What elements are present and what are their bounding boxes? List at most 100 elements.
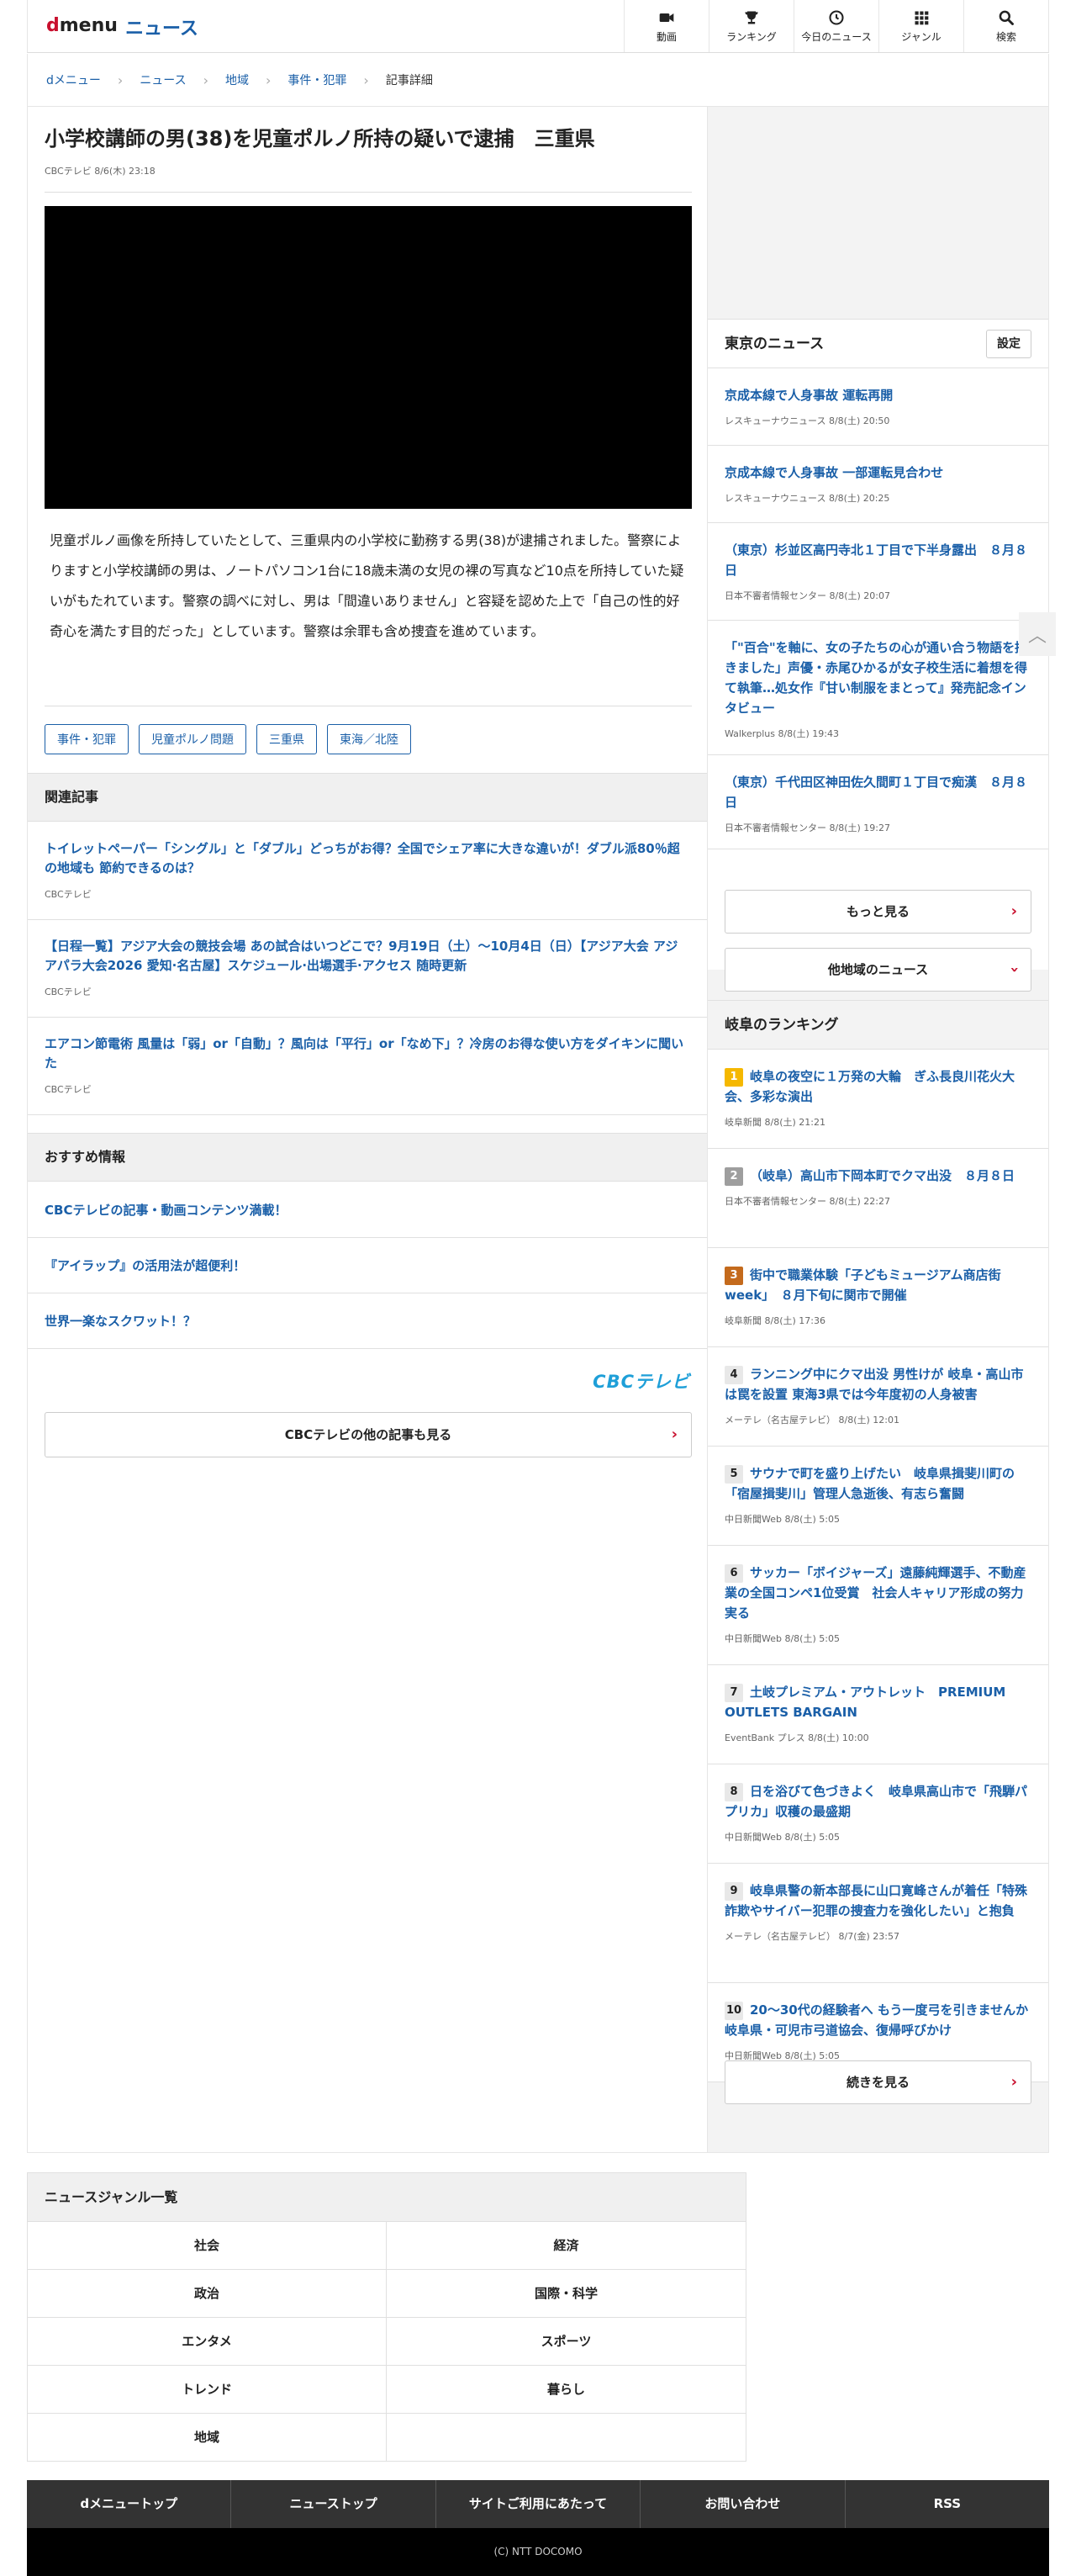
- other-regions-button[interactable]: 他地域のニュース ›: [725, 948, 1031, 992]
- ranking-item-title[interactable]: 10 20〜30代の経験者へ もう一度弓を引きませんか 岐阜県・可児市弓道協会、復…: [725, 2000, 1041, 2040]
- ranking-item-title[interactable]: 2 （岐阜）高山市下岡本町でクマ出没 ８月８日: [725, 1166, 1031, 1186]
- news-item-title[interactable]: 京成本線で人身事故 一部運転見合わせ: [725, 463, 1031, 483]
- article-title: 小学校講師の男(38)を児童ポルノ所持の疑いで逮捕 三重県: [45, 127, 595, 151]
- footer-dmenu-top[interactable]: dメニュートップ: [27, 2480, 232, 2528]
- ranking-item-title[interactable]: 7 土岐プレミアム・アウトレット PREMIUM OUTLETS BARGAIN: [725, 1682, 1031, 1722]
- news-item[interactable]: 京成本線で人身事故 運転再開 レスキューナウニュース 8/8(土) 20:50: [708, 368, 1048, 446]
- related-item-title[interactable]: 【日程一覧】アジア大会の競技会場 あの試合はいつどこで？9月19日（土）〜10月…: [45, 937, 690, 976]
- chevron-right-icon: ›: [203, 71, 209, 88]
- news-item-title[interactable]: （東京）杉並区高円寺北１丁目で下半身露出 ８月８日: [725, 540, 1031, 580]
- ranking-item[interactable]: 4 ランニング中にクマ出没 男性けが 岐阜・高山市は罠を設置 東海3県では今年度初…: [708, 1347, 1048, 1447]
- more-provider-articles-button[interactable]: CBCテレビの他の記事も見る ›: [45, 1412, 692, 1457]
- news-item[interactable]: （東京）千代田区神田佐久間町１丁目で痴漢 ８月８日 日本不審者情報センター 8/…: [708, 755, 1048, 849]
- ranking-title-text: 街中で職業体験「子どもミュージアム商店街week」 ８月下旬に関市で開催: [725, 1267, 1001, 1303]
- ranking-item-source: 中日新聞Web 8/8(土) 5:05: [725, 1832, 840, 1843]
- ranking-item-title[interactable]: 3 街中で職業体験「子どもミュージアム商店街week」 ８月下旬に関市で開催: [725, 1265, 1031, 1305]
- footer-contact[interactable]: お問い合わせ: [641, 2480, 846, 2528]
- genre-trend[interactable]: トレンド: [28, 2366, 387, 2414]
- nav-genre[interactable]: ジャンル: [878, 0, 963, 52]
- ranking-title-text: 土岐プレミアム・アウトレット PREMIUM OUTLETS BARGAIN: [725, 1685, 1006, 1720]
- cbc-logo[interactable]: CBCテレビ: [593, 1368, 690, 1394]
- news-item-title[interactable]: 京成本線で人身事故 運転再開: [725, 385, 1031, 405]
- tag-child-porn[interactable]: 児童ポルノ問題: [139, 724, 246, 754]
- genre-sports[interactable]: スポーツ: [387, 2318, 746, 2366]
- nav-today[interactable]: 今日のニュース: [794, 0, 878, 52]
- ranking-item-title[interactable]: 9 岐阜県警の新本部長に山口寛峰さんが着任「特殊詐欺やサイバー犯罪の捜査力を強化し…: [725, 1880, 1031, 1921]
- genre-politics[interactable]: 政治: [28, 2270, 387, 2318]
- video-player[interactable]: [45, 206, 692, 509]
- nav-ranking[interactable]: ランキング: [709, 0, 794, 52]
- related-item-source: CBCテレビ: [45, 1083, 92, 1095]
- dmenu-logo[interactable]: dmenu: [46, 15, 118, 36]
- recommend-item[interactable]: CBCテレビの記事・動画コンテンツ満載！: [28, 1182, 707, 1238]
- news-item[interactable]: 京成本線で人身事故 一部運転見合わせ レスキューナウニュース 8/8(土) 20…: [708, 446, 1048, 523]
- rank-badge: 3: [725, 1266, 743, 1285]
- nav-video[interactable]: 動画: [624, 0, 709, 52]
- breadcrumb-crime[interactable]: 事件・犯罪: [287, 71, 346, 88]
- breadcrumb-current: 記事詳細: [385, 74, 433, 87]
- news-item-title[interactable]: （東京）千代田区神田佐久間町１丁目で痴漢 ８月８日: [725, 772, 1031, 812]
- ranking-item[interactable]: 3 街中で職業体験「子どもミュージアム商店街week」 ８月下旬に関市で開催 岐阜…: [708, 1248, 1048, 1347]
- news-item-source: レスキューナウニュース 8/8(土) 20:25: [725, 493, 890, 504]
- breadcrumb-news[interactable]: ニュース: [140, 71, 186, 88]
- scroll-top-button[interactable]: ︿: [1019, 612, 1056, 656]
- ranking-item-title[interactable]: 5 サウナで町を盛り上げたい 岐阜県揖斐川町の「宿屋揖斐川」管理人急逝後、有志ら奮…: [725, 1463, 1031, 1504]
- footer-rss[interactable]: RSS: [846, 2480, 1049, 2528]
- ranking-item-source: EventBank プレス 8/8(土) 10:00: [725, 1732, 869, 1743]
- news-item[interactable]: 「"百合"を軸に、女の子たちの心が通い合う物語を描きました」声優・赤尾ひかるが女…: [708, 621, 1048, 755]
- genre-region[interactable]: 地域: [28, 2414, 387, 2462]
- related-item[interactable]: エアコン節電術 風量は「弱」or「自動」？風向は「平行」or「なめ下」？冷房のお…: [28, 1018, 707, 1115]
- ranking-item[interactable]: 1 岐阜の夜空に１万発の大輪 ぎふ長良川花火大会、多彩な演出 岐阜新聞 8/8(土…: [708, 1050, 1048, 1149]
- news-item-title[interactable]: 「"百合"を軸に、女の子たちの心が通い合う物語を描きました」声優・赤尾ひかるが女…: [725, 637, 1031, 718]
- trophy-icon: [745, 11, 758, 24]
- nav-search[interactable]: 検索: [963, 0, 1048, 52]
- related-item-source: CBCテレビ: [45, 986, 92, 997]
- genre-entertainment[interactable]: エンタメ: [28, 2318, 387, 2366]
- continue-ranking-label: 続きを見る: [846, 2075, 910, 2090]
- copyright: (C) NTT DOCOMO: [27, 2528, 1049, 2576]
- news-logo[interactable]: ニュース: [125, 13, 198, 40]
- rank-badge: 4: [725, 1365, 743, 1384]
- ranking-item[interactable]: 7 土岐プレミアム・アウトレット PREMIUM OUTLETS BARGAIN …: [708, 1665, 1048, 1764]
- ranking-item-title[interactable]: 6 サッカー「ボイジャーズ」遠藤純輝選手、不動産業の全国コンペ1位受賞 社会人キャ…: [725, 1563, 1031, 1623]
- ad-space: [708, 107, 1048, 319]
- breadcrumb-dmenu[interactable]: dメニュー: [46, 71, 101, 88]
- news-item-source: Walkerplus 8/8(土) 19:43: [725, 728, 839, 739]
- chevron-right-icon: ›: [363, 71, 369, 88]
- genre-economy[interactable]: 経済: [387, 2222, 746, 2270]
- ranking-item[interactable]: 8 日を浴びて色づきよく 岐阜県高山市で「飛騨パプリカ」収穫の最盛期 中日新聞We…: [708, 1764, 1048, 1864]
- continue-ranking-button[interactable]: 続きを見る ›: [725, 2060, 1031, 2104]
- ranking-item[interactable]: 5 サウナで町を盛り上げたい 岐阜県揖斐川町の「宿屋揖斐川」管理人急逝後、有志ら奮…: [708, 1447, 1048, 1546]
- genre-society[interactable]: 社会: [28, 2222, 387, 2270]
- related-item-title[interactable]: エアコン節電術 風量は「弱」or「自動」？風向は「平行」or「なめ下」？冷房のお…: [45, 1034, 690, 1074]
- recommend-item[interactable]: 世界一楽なスクワット！？: [28, 1293, 707, 1349]
- genre-international[interactable]: 国際・科学: [387, 2270, 746, 2318]
- rank-badge: 1: [725, 1067, 743, 1087]
- tag-crime[interactable]: 事件・犯罪: [45, 724, 129, 754]
- chevron-right-icon: ›: [117, 71, 124, 88]
- ranking-item[interactable]: 6 サッカー「ボイジャーズ」遠藤純輝選手、不動産業の全国コンペ1位受賞 社会人キャ…: [708, 1546, 1048, 1665]
- news-item-source: 日本不審者情報センター 8/8(土) 19:27: [725, 823, 890, 833]
- recommend-item[interactable]: 『アイラップ』の活用法が超便利！: [28, 1238, 707, 1293]
- ranking-item-title[interactable]: 8 日を浴びて色づきよく 岐阜県高山市で「飛騨パプリカ」収穫の最盛期: [725, 1781, 1031, 1822]
- ranking-item-title[interactable]: 4 ランニング中にクマ出没 男性けが 岐阜・高山市は罠を設置 東海3県では今年度初…: [725, 1364, 1031, 1404]
- settings-button[interactable]: 設定: [986, 330, 1031, 358]
- ranking-item[interactable]: 2 （岐阜）高山市下岡本町でクマ出没 ８月８日 日本不審者情報センター 8/8(土…: [708, 1149, 1048, 1248]
- news-item-source: 日本不審者情報センター 8/8(土) 20:07: [725, 590, 890, 601]
- breadcrumb-region[interactable]: 地域: [225, 71, 249, 88]
- related-item[interactable]: 【日程一覧】アジア大会の競技会場 あの試合はいつどこで？9月19日（土）〜10月…: [28, 920, 707, 1018]
- news-item[interactable]: （東京）杉並区高円寺北１丁目で下半身露出 ８月８日 日本不審者情報センター 8/…: [708, 523, 1048, 621]
- related-item[interactable]: トイレットペーパー「シングル」と「ダブル」どっちがお得？全国でシェア率に大きな違…: [28, 823, 707, 920]
- related-item-title[interactable]: トイレットペーパー「シングル」と「ダブル」どっちがお得？全国でシェア率に大きな違…: [45, 839, 690, 879]
- footer-terms[interactable]: サイトご利用にあたって: [436, 2480, 641, 2528]
- ranking-item[interactable]: 9 岐阜県警の新本部長に山口寛峰さんが着任「特殊詐欺やサイバー犯罪の捜査力を強化し…: [708, 1864, 1048, 1983]
- rank-badge: 8: [725, 1782, 743, 1801]
- genre-life[interactable]: 暮らし: [387, 2366, 746, 2414]
- ranking-item-title[interactable]: 1 岐阜の夜空に１万発の大輪 ぎふ長良川花火大会、多彩な演出: [725, 1066, 1031, 1107]
- footer-news-top[interactable]: ニューストップ: [231, 2480, 436, 2528]
- tag-mie[interactable]: 三重県: [256, 724, 317, 754]
- ranking-item-source: 岐阜新聞 8/8(土) 21:21: [725, 1117, 825, 1128]
- chevron-right-icon: ›: [671, 1426, 678, 1443]
- tag-tokai-hokuriku[interactable]: 東海／北陸: [327, 724, 411, 754]
- more-news-button[interactable]: もっと見る ›: [725, 890, 1031, 934]
